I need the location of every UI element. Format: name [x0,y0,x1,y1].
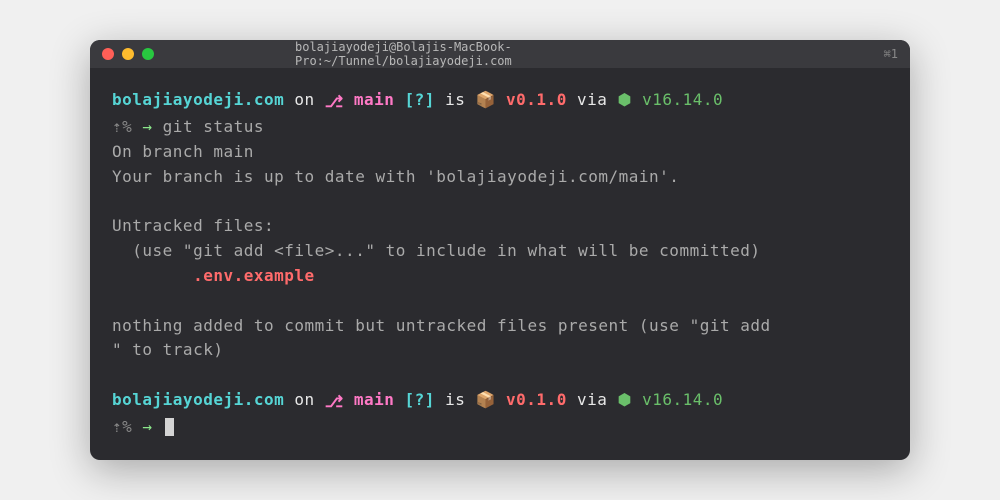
output-line: On branch main [112,140,888,165]
prompt-dir: bolajiayodeji.com [112,90,284,109]
node-icon: ⬢ [618,388,632,413]
output-line: nothing added to commit but untracked fi… [112,314,888,339]
terminal-body[interactable]: bolajiayodeji.com on ⎇ main [?] is 📦 v0.… [90,68,910,459]
output-line: Untracked files: [112,214,888,239]
node-icon: ⬢ [618,88,632,113]
prompt-branch: main [344,390,405,409]
blank-line [112,190,888,215]
prompt-line-1: bolajiayodeji.com on ⎇ main [?] is 📦 v0.… [112,88,888,115]
prompt-prefix: ⇡% [112,117,132,136]
prompt-line-2[interactable]: ⇡% → [112,415,888,440]
arrow-icon: → [132,417,162,436]
prompt-node-version: v16.14.0 [632,390,723,409]
cursor [165,418,174,436]
arrow-icon: → [132,117,162,136]
prompt-via: via [567,390,618,409]
blank-line [112,363,888,388]
prompt-line-2: ⇡% → git status [112,115,888,140]
branch-icon: ⎇ [325,90,344,115]
package-icon: 📦 [475,88,495,113]
prompt-is: is [435,390,476,409]
prompt-is: is [435,90,476,109]
untracked-file: .env.example [112,264,888,289]
maximize-icon[interactable] [142,48,154,60]
prompt-on: on [284,90,325,109]
output-line: (use "git add <file>..." to include in w… [112,239,888,264]
traffic-lights [102,48,154,60]
output-line: " to track) [112,338,888,363]
blank-line [112,289,888,314]
prompt-node-version: v16.14.0 [632,90,723,109]
prompt-prefix: ⇡% [112,417,132,436]
package-icon: 📦 [475,388,495,413]
prompt-pkg-version: v0.1.0 [496,390,567,409]
titlebar: bolajiayodeji@Bolajis-MacBook-Pro:~/Tunn… [90,40,910,68]
prompt-branch: main [344,90,405,109]
close-icon[interactable] [102,48,114,60]
terminal-window: bolajiayodeji@Bolajis-MacBook-Pro:~/Tunn… [90,40,910,459]
prompt-via: via [567,90,618,109]
window-shortcut: ⌘1 [884,47,898,61]
prompt-line-1: bolajiayodeji.com on ⎇ main [?] is 📦 v0.… [112,388,888,415]
command-text: git status [163,117,264,136]
prompt-status: [?] [405,90,435,109]
prompt-pkg-version: v0.1.0 [496,90,567,109]
minimize-icon[interactable] [122,48,134,60]
output-line: Your branch is up to date with 'bolajiay… [112,165,888,190]
window-title: bolajiayodeji@Bolajis-MacBook-Pro:~/Tunn… [295,40,705,68]
prompt-dir: bolajiayodeji.com [112,390,284,409]
prompt-on: on [284,390,325,409]
prompt-status: [?] [405,390,435,409]
branch-icon: ⎇ [325,390,344,415]
